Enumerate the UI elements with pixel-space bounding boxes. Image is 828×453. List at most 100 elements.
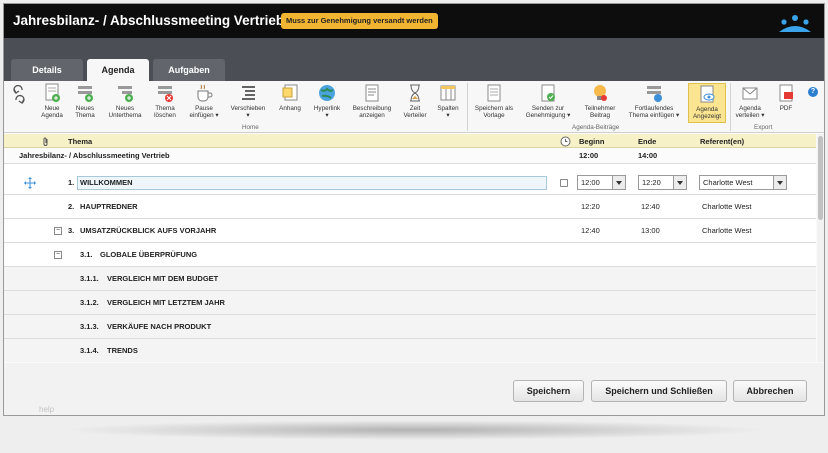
insert-break-button[interactable]: Pause einfügen ▾ bbox=[185, 83, 223, 119]
new-topic-button[interactable]: Neues Thema bbox=[70, 83, 100, 119]
save-template-icon bbox=[487, 84, 501, 102]
time-distributor-label-2: Verteiler bbox=[403, 112, 427, 119]
new-agenda-icon bbox=[45, 83, 60, 102]
hyperlink-button[interactable]: Hyperlink ▾ bbox=[308, 83, 346, 119]
send-approval-icon bbox=[541, 84, 555, 102]
new-topic-icon bbox=[78, 86, 93, 102]
referent-select[interactable]: Charlotte West bbox=[699, 175, 787, 190]
table-row[interactable]: 3.1.2. VERGLEICH MIT LETZTEM JAHR bbox=[4, 291, 816, 315]
chevron-down-icon[interactable] bbox=[612, 176, 625, 189]
beginn-value: 12:00 bbox=[581, 178, 600, 187]
ribbon-separator bbox=[467, 83, 468, 131]
save-template-button[interactable]: Speichern als Vorlage bbox=[471, 83, 517, 119]
tab-details[interactable]: Details bbox=[11, 59, 83, 81]
attachment-label: Anhang bbox=[279, 105, 301, 112]
row-beginn: 12:40 bbox=[581, 226, 600, 235]
help-link[interactable]: help bbox=[39, 405, 54, 414]
new-subtopic-button[interactable]: Neues Unterthema bbox=[105, 83, 145, 119]
topic-input[interactable] bbox=[77, 176, 547, 190]
collapse-icon[interactable]: − bbox=[54, 227, 62, 235]
recurring-topic-button[interactable]: Fortlaufendes Thema einfügen ▾ bbox=[626, 83, 682, 119]
table-row[interactable]: 2. HAUPTREDNER 12:20 12:40 Charlotte Wes… bbox=[4, 195, 816, 219]
new-agenda-button[interactable]: Neue Agenda bbox=[37, 83, 67, 119]
table-row[interactable]: 1. WILLKOMMEN 12:00 12:20 Charlotte West bbox=[4, 171, 816, 195]
pdf-label: PDF bbox=[779, 105, 793, 112]
header-ende[interactable]: Ende bbox=[638, 137, 656, 146]
collapse-icon[interactable]: − bbox=[54, 251, 62, 259]
pdf-button[interactable]: PDF bbox=[773, 83, 799, 112]
distribute-agenda-button[interactable]: Agenda verteilen ▾ bbox=[733, 83, 767, 119]
row-number: 3.1.4. bbox=[80, 346, 99, 355]
table-row[interactable]: 3.1.4. TRENDS bbox=[4, 339, 816, 362]
insert-break-label-2: einfügen ▾ bbox=[189, 112, 219, 119]
table-row[interactable]: − 3.1. GLOBALE ÜBERPRÜFUNG bbox=[4, 243, 816, 267]
vertical-scrollbar[interactable] bbox=[817, 134, 824, 362]
recurring-topic-label-1: Fortlaufendes bbox=[634, 105, 674, 112]
meeting-title: Jahresbilanz- / Abschlussmeeting Vertrie… bbox=[19, 151, 170, 160]
table-row[interactable]: 3.1.3. VERKÄUFE NACH PRODUKT bbox=[4, 315, 816, 339]
meeting-dialog: Jahresbilanz- / Abschlussmeeting Vertrie… bbox=[3, 3, 825, 416]
show-description-label-2: anzeigen bbox=[359, 112, 385, 119]
row-number: 3.1.3. bbox=[80, 322, 99, 331]
coffee-break-icon bbox=[197, 84, 213, 102]
new-topic-label-2: Thema bbox=[75, 112, 95, 119]
meeting-beginn: 12:00 bbox=[579, 151, 599, 160]
meeting-row: Jahresbilanz- / Abschlussmeeting Vertrie… bbox=[4, 148, 816, 164]
scrollbar-thumb[interactable] bbox=[818, 136, 823, 220]
header-referent[interactable]: Referent(en) bbox=[700, 137, 744, 146]
header-beginn[interactable]: Beginn bbox=[579, 137, 604, 146]
ende-value: 12:20 bbox=[642, 178, 661, 187]
delete-topic-label-2: löschen bbox=[154, 112, 176, 119]
hourglass-icon bbox=[410, 84, 420, 102]
save-close-button[interactable]: Speichern und Schließen bbox=[591, 380, 727, 402]
save-button[interactable]: Speichern bbox=[513, 380, 584, 402]
delete-topic-button[interactable]: Thema löschen bbox=[149, 83, 181, 119]
drag-move-icon[interactable] bbox=[24, 177, 36, 189]
recurring-topic-label-2: Thema einfügen ▾ bbox=[628, 112, 680, 119]
show-description-button[interactable]: Beschreibung anzeigen bbox=[350, 83, 394, 119]
send-approval-label-1: Senden zur bbox=[531, 105, 565, 112]
new-agenda-label-1: Neue bbox=[44, 105, 60, 112]
title-bar: Jahresbilanz- / Abschlussmeeting Vertrie… bbox=[4, 4, 824, 38]
row-referent: Charlotte West bbox=[702, 226, 752, 235]
dialog-footer: Speichern Speichern und Schließen Abbrec… bbox=[4, 363, 824, 415]
time-distributor-label-1: Zeit bbox=[409, 105, 421, 112]
move-button[interactable]: Verschieben ▾ bbox=[229, 83, 267, 119]
beginn-select[interactable]: 12:00 bbox=[577, 175, 626, 190]
row-number: 1. bbox=[68, 178, 75, 187]
columns-label-2: ▾ bbox=[446, 112, 450, 119]
chevron-down-icon[interactable] bbox=[673, 176, 686, 189]
new-subtopic-icon bbox=[118, 86, 133, 102]
row-number: 3.1.1. bbox=[80, 274, 99, 283]
row-checkbox[interactable] bbox=[560, 179, 568, 187]
save-template-label-2: Vorlage bbox=[483, 112, 505, 119]
row-title: VERGLEICH MIT DEM BUDGET bbox=[107, 274, 219, 283]
time-distributor-button[interactable]: Zeit Verteiler bbox=[400, 83, 430, 119]
ende-select[interactable]: 12:20 bbox=[638, 175, 687, 190]
tab-agenda[interactable]: Agenda bbox=[87, 59, 149, 81]
distribute-agenda-label-1: Agenda bbox=[739, 105, 761, 112]
send-approval-button[interactable]: Senden zur Genehmigung ▾ bbox=[522, 83, 574, 119]
hyperlink-globe-icon bbox=[319, 85, 335, 101]
row-beginn: 12:20 bbox=[581, 202, 600, 211]
header-thema[interactable]: Thema bbox=[68, 137, 92, 146]
app-logo-icon bbox=[779, 15, 811, 32]
insert-break-label-1: Pause bbox=[195, 105, 213, 112]
group-contrib-label: Agenda-Beiträge bbox=[572, 124, 620, 131]
table-row[interactable]: − 3. UMSATZRÜCKBLICK AUFS VORJAHR 12:40 … bbox=[4, 219, 816, 243]
chevron-down-icon[interactable] bbox=[773, 176, 786, 189]
cancel-button[interactable]: Abbrechen bbox=[733, 380, 807, 402]
ribbon-toolbar: Neue Agenda Neues Thema Neues Unterthema… bbox=[4, 81, 824, 133]
participant-contribution-button[interactable]: Teilnehmer Beitrag bbox=[580, 83, 620, 119]
help-icon[interactable]: ? bbox=[808, 87, 818, 97]
window-title: Jahresbilanz- / Abschlussmeeting Vertrie… bbox=[13, 13, 285, 28]
columns-label-1: Spalten bbox=[437, 105, 459, 112]
undo-redo-icon[interactable] bbox=[10, 85, 28, 107]
agenda-shown-button[interactable]: Agenda Angezeigt bbox=[688, 83, 726, 123]
tab-aufgaben[interactable]: Aufgaben bbox=[153, 59, 225, 81]
table-row[interactable]: 3.1.1. VERGLEICH MIT DEM BUDGET bbox=[4, 267, 816, 291]
ribbon-separator bbox=[730, 83, 731, 131]
columns-button[interactable]: Spalten ▾ bbox=[433, 83, 463, 119]
distribute-agenda-label-2: verteilen ▾ bbox=[735, 112, 765, 119]
attachment-button[interactable]: Anhang bbox=[276, 83, 304, 112]
